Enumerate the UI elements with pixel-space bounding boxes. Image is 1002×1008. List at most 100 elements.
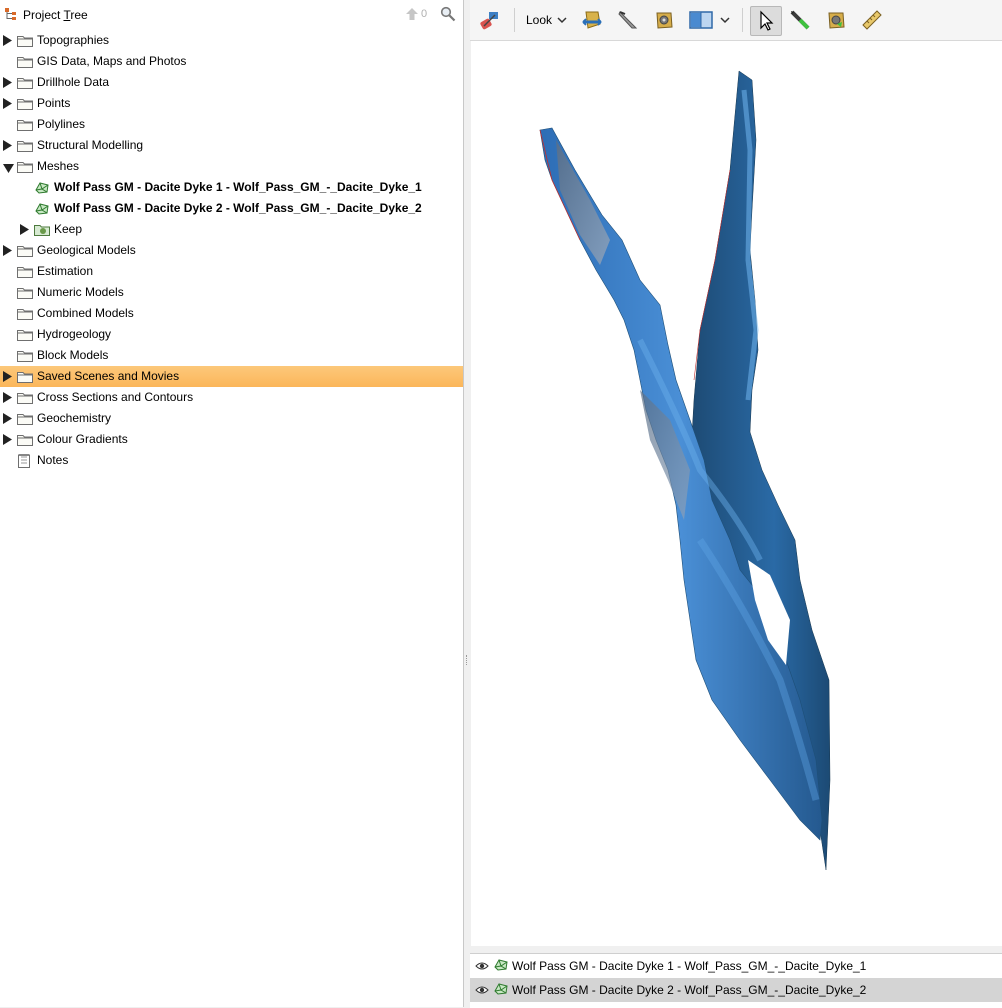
- gear-mesh-2-icon: [828, 12, 845, 29]
- knife-icon: [618, 11, 638, 29]
- tree-item-label: Saved Scenes and Movies: [37, 369, 180, 383]
- knife-button[interactable]: [614, 6, 642, 34]
- ruler-button[interactable]: [858, 6, 886, 34]
- tree-item-points[interactable]: Points: [0, 93, 463, 114]
- scene-list-item[interactable]: Wolf Pass GM - Dacite Dyke 1 - Wolf_Pass…: [470, 954, 1002, 978]
- pen-tool-button[interactable]: [786, 6, 814, 34]
- search-button[interactable]: [440, 6, 456, 25]
- scene-item-label: Wolf Pass GM - Dacite Dyke 1 - Wolf_Pass…: [512, 959, 867, 973]
- folder-icon: [17, 97, 33, 113]
- pen-icon: [790, 10, 810, 30]
- mesh-gear-button[interactable]: [650, 6, 678, 34]
- search-icon: [440, 6, 456, 22]
- folder-icon: [17, 370, 33, 386]
- tree-item-label: Numeric Models: [37, 285, 124, 299]
- tree-item-label: Estimation: [37, 264, 94, 278]
- scene-tool-button[interactable]: [478, 6, 502, 34]
- panel-splitter[interactable]: [464, 0, 470, 1007]
- project-tree-header: Project Tree 0: [0, 0, 463, 30]
- mesh-icon: [493, 958, 509, 975]
- tree-item-geochemistry[interactable]: Geochemistry: [0, 408, 463, 429]
- chevron-down-icon: [720, 17, 730, 24]
- tree-item-keep[interactable]: Keep: [0, 219, 463, 240]
- tree-item-colour-gradients[interactable]: Colour Gradients: [0, 429, 463, 450]
- split-view-icon: [689, 11, 713, 29]
- tree-item-wolf-pass-gm-dacite-dyke-1-wolf-pass-gm-dacite-dyke-1[interactable]: Wolf Pass GM - Dacite Dyke 1 - Wolf_Pass…: [0, 177, 463, 198]
- tree-item-label: Geological Models: [37, 243, 136, 257]
- tree-item-saved-scenes-and-movies[interactable]: Saved Scenes and Movies: [0, 366, 463, 387]
- ruler-icon: [862, 10, 882, 30]
- tree-item-label: Polylines: [37, 117, 86, 131]
- folder-icon: [17, 34, 33, 50]
- folder-icon: [17, 412, 33, 428]
- expand-arrow-icon[interactable]: [3, 35, 12, 46]
- expand-arrow-icon[interactable]: [3, 98, 12, 109]
- scene-tool-icon: [480, 12, 498, 30]
- up-arrow-icon: [406, 8, 418, 20]
- expand-arrow-icon[interactable]: [3, 392, 12, 403]
- slice-tool-button[interactable]: [578, 6, 606, 34]
- notes-icon: [17, 453, 31, 471]
- expand-arrow-icon[interactable]: [3, 434, 12, 445]
- mesh-icon: [34, 202, 50, 219]
- tree-item-label: Wolf Pass GM - Dacite Dyke 1 - Wolf_Pass…: [54, 180, 422, 194]
- folder-icon: [17, 160, 33, 176]
- folder-icon: [17, 328, 33, 344]
- tree-item-wolf-pass-gm-dacite-dyke-2-wolf-pass-gm-dacite-dyke-2[interactable]: Wolf Pass GM - Dacite Dyke 2 - Wolf_Pass…: [0, 198, 463, 219]
- project-tree-icon: [4, 7, 18, 24]
- folder-icon: [17, 391, 33, 407]
- tree-item-block-models[interactable]: Block Models: [0, 345, 463, 366]
- folder-icon: [17, 307, 33, 323]
- project-tree-panel: Project Tree 0 Topographies GIS Data, Map…: [0, 0, 464, 1007]
- mesh-icon: [493, 982, 509, 999]
- project-tree-title: Project Tree: [23, 8, 88, 22]
- scene-toolbar: Look: [470, 0, 1002, 41]
- folder-icon: [17, 118, 33, 134]
- tree-item-topographies[interactable]: Topographies: [0, 30, 463, 51]
- tree-item-cross-sections-and-contours[interactable]: Cross Sections and Contours: [0, 387, 463, 408]
- tree-item-estimation[interactable]: Estimation: [0, 261, 463, 282]
- collapse-arrow-icon[interactable]: [3, 162, 14, 173]
- visibility-eye-icon[interactable]: [475, 984, 489, 998]
- tree-item-drillhole-data[interactable]: Drillhole Data: [0, 72, 463, 93]
- expand-arrow-icon[interactable]: [20, 224, 29, 235]
- visibility-eye-icon[interactable]: [475, 960, 489, 974]
- mesh-icon: [34, 181, 50, 198]
- split-view-dropdown[interactable]: [686, 6, 734, 34]
- slice-tool-icon: [582, 11, 602, 29]
- folder-icon: [17, 349, 33, 365]
- tree-item-combined-models[interactable]: Combined Models: [0, 303, 463, 324]
- dacite-dyke-meshes: [539, 70, 831, 871]
- keep-folder-icon: [34, 223, 50, 240]
- chevron-down-icon: [557, 17, 567, 24]
- tree-item-label: Topographies: [37, 33, 110, 47]
- tree-item-polylines[interactable]: Polylines: [0, 114, 463, 135]
- tree-item-notes[interactable]: Notes: [0, 450, 463, 471]
- mesh-gear-2-button[interactable]: [822, 6, 850, 34]
- folder-icon: [17, 139, 33, 155]
- expand-arrow-icon[interactable]: [3, 245, 12, 256]
- 3d-scene-viewport[interactable]: [471, 41, 1002, 946]
- tree-item-label: Colour Gradients: [37, 432, 128, 446]
- scene-item-label: Wolf Pass GM - Dacite Dyke 2 - Wolf_Pass…: [512, 983, 867, 997]
- project-tree: Topographies GIS Data, Maps and Photos Dri…: [0, 30, 463, 471]
- tree-item-geological-models[interactable]: Geological Models: [0, 240, 463, 261]
- move-up-button[interactable]: 0: [405, 7, 427, 21]
- tree-item-label: GIS Data, Maps and Photos: [37, 54, 187, 68]
- expand-arrow-icon[interactable]: [3, 371, 12, 382]
- tree-item-hydrogeology[interactable]: Hydrogeology: [0, 324, 463, 345]
- expand-arrow-icon[interactable]: [3, 77, 12, 88]
- tree-item-gis-data-maps-and-photos[interactable]: GIS Data, Maps and Photos: [0, 51, 463, 72]
- tree-item-structural-modelling[interactable]: Structural Modelling: [0, 135, 463, 156]
- expand-arrow-icon[interactable]: [3, 140, 12, 151]
- select-tool-button[interactable]: [750, 6, 782, 36]
- scene-list-item[interactable]: Wolf Pass GM - Dacite Dyke 2 - Wolf_Pass…: [470, 978, 1002, 1002]
- look-dropdown[interactable]: Look: [524, 6, 570, 34]
- tree-item-meshes[interactable]: Meshes: [0, 156, 463, 177]
- tree-item-label: Combined Models: [37, 306, 134, 320]
- tree-item-numeric-models[interactable]: Numeric Models: [0, 282, 463, 303]
- expand-arrow-icon[interactable]: [3, 413, 12, 424]
- folder-icon: [17, 286, 33, 302]
- tree-item-label: Cross Sections and Contours: [37, 390, 194, 404]
- tree-item-label: Wolf Pass GM - Dacite Dyke 2 - Wolf_Pass…: [54, 201, 422, 215]
